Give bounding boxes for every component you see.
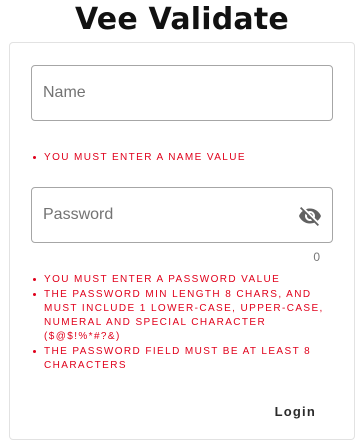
login-card: You must enter a name value 0 You must e… bbox=[9, 42, 355, 440]
password-input[interactable] bbox=[43, 188, 283, 242]
page: Vee Validate You must enter a name value… bbox=[0, 0, 364, 443]
password-error-list: You must enter a password value The pass… bbox=[30, 273, 330, 374]
name-input[interactable] bbox=[43, 66, 323, 120]
name-error-list: You must enter a name value bbox=[30, 151, 330, 166]
login-button[interactable]: Login bbox=[265, 396, 326, 427]
eye-off-icon[interactable] bbox=[298, 204, 322, 228]
password-error-message: The password field must be at least 8 ch… bbox=[30, 345, 330, 373]
page-title: Vee Validate bbox=[75, 2, 289, 37]
password-error-message: You must enter a password value bbox=[30, 273, 330, 287]
name-error-message: You must enter a name value bbox=[30, 151, 330, 165]
password-character-counter: 0 bbox=[313, 250, 320, 264]
password-field[interactable] bbox=[31, 187, 333, 243]
name-field[interactable] bbox=[31, 65, 333, 121]
password-error-message: The password min length 8 chars, and mus… bbox=[30, 288, 330, 344]
